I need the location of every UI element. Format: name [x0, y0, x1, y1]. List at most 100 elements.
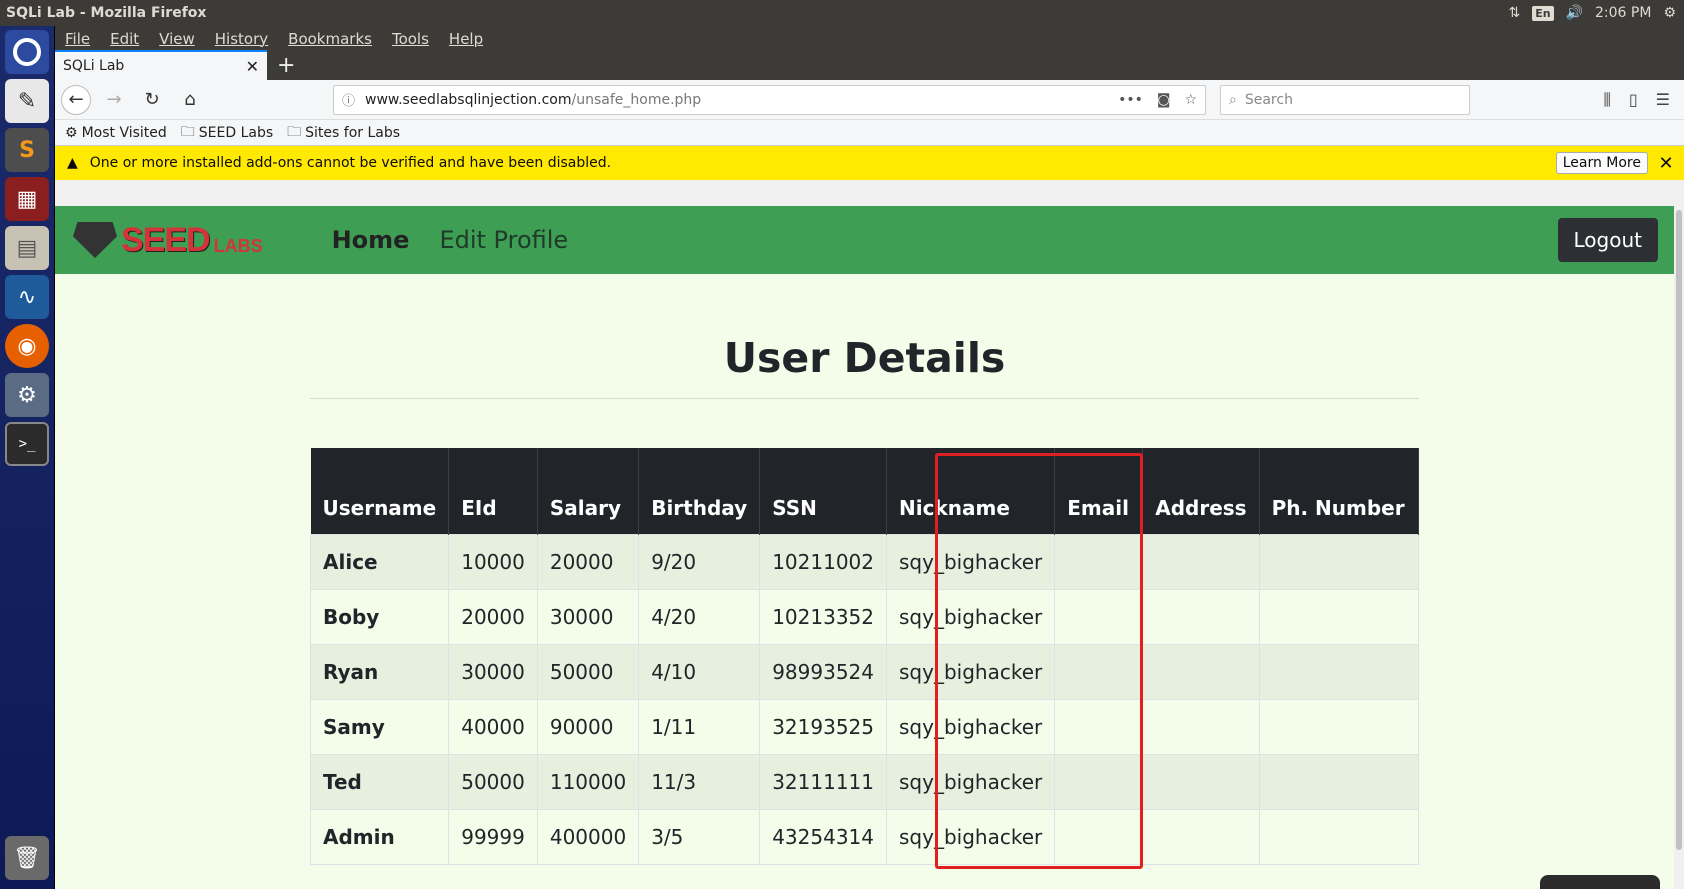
- bookmark-seed-labs[interactable]: 🗀 SEED Labs: [181, 121, 273, 145]
- pocket-icon[interactable]: ◙: [1157, 92, 1171, 108]
- firefox-icon[interactable]: ◉: [5, 324, 49, 368]
- table-cell: Boby: [309, 588, 450, 645]
- home-icon[interactable]: ⌂: [175, 85, 205, 115]
- forward-arrow-icon[interactable]: →: [99, 85, 129, 115]
- hamburger-menu-icon[interactable]: ☰: [1656, 90, 1670, 110]
- search-icon: ⌕: [1229, 91, 1237, 108]
- table-cell: 32111111: [759, 753, 887, 810]
- floating-widget[interactable]: [1540, 875, 1660, 889]
- table-cell: [1054, 533, 1144, 590]
- table-cell: [1142, 698, 1260, 755]
- search-bar[interactable]: ⌕ Search: [1220, 84, 1470, 115]
- gear-icon: ⚙: [65, 124, 78, 141]
- table-cell: 20000: [536, 533, 640, 590]
- bookmark-label: Sites for Labs: [305, 124, 401, 141]
- back-arrow-icon[interactable]: ←: [61, 84, 91, 115]
- table-cell: Admin: [309, 808, 450, 865]
- table-cell: 30000: [448, 643, 538, 700]
- table-cell: Ted: [309, 753, 450, 810]
- trash-icon[interactable]: 🗑: [5, 836, 49, 880]
- tab-bar: SQLi Lab ✕ +: [55, 50, 1684, 80]
- learn-more-button[interactable]: Learn More: [1555, 152, 1648, 174]
- table-cell: sqy_bighacker: [885, 698, 1056, 755]
- table-cell: 30000: [536, 588, 640, 645]
- table-cell: 4/20: [638, 588, 761, 645]
- red-app-icon[interactable]: ▦: [5, 177, 49, 221]
- menu-file[interactable]: File: [65, 30, 90, 48]
- clock[interactable]: 2:06 PM: [1595, 5, 1651, 21]
- close-tab-icon[interactable]: ✕: [246, 57, 259, 76]
- table-cell: [1054, 808, 1144, 865]
- tab-sqli-lab[interactable]: SQLi Lab ✕: [55, 50, 267, 80]
- page-scrollbar[interactable]: [1674, 206, 1684, 889]
- table-cell: 32193525: [759, 698, 887, 755]
- table-cell: [1142, 588, 1260, 645]
- table-cell: sqy_bighacker: [885, 753, 1056, 810]
- addon-warning-bar: ▲ One or more installed add-ons cannot b…: [55, 146, 1684, 180]
- table-cell: [1258, 533, 1420, 590]
- library-icon[interactable]: ⫼: [1603, 90, 1610, 110]
- user-details-table: Username EId Salary Birthday SSN Nicknam…: [309, 448, 1420, 865]
- seed-labs-logo[interactable]: SEED LABS: [73, 221, 263, 260]
- scrollbar-thumb[interactable]: [1676, 210, 1682, 850]
- table-cell: 40000: [448, 698, 538, 755]
- web-page: SEED LABS Home Edit Profile Logout User …: [55, 206, 1674, 889]
- bookmark-sites-for-labs[interactable]: 🗀 Sites for Labs: [287, 121, 400, 145]
- menu-history[interactable]: History: [215, 30, 268, 48]
- col-phone-number: Ph. Number: [1259, 448, 1420, 534]
- new-tab-icon[interactable]: +: [267, 53, 305, 80]
- site-navbar: SEED LABS Home Edit Profile Logout: [55, 206, 1674, 274]
- site-info-icon[interactable]: ⓘ: [342, 90, 355, 109]
- table-cell: [1258, 643, 1420, 700]
- settings-icon[interactable]: ⚙: [5, 373, 49, 417]
- nav-edit-profile-link[interactable]: Edit Profile: [439, 226, 568, 254]
- table-cell: 11/3: [638, 753, 761, 810]
- table-row: Admin 99999 400000 3/5 43254314 sqy_bighacker: [309, 808, 1420, 865]
- ubuntu-dash-icon[interactable]: [5, 30, 49, 74]
- logout-button[interactable]: Logout: [1557, 218, 1658, 262]
- col-salary: Salary: [537, 448, 640, 534]
- menu-edit[interactable]: Edit: [110, 30, 139, 48]
- page-actions-icon[interactable]: •••: [1118, 92, 1143, 108]
- power-gear-icon[interactable]: ⚙: [1663, 5, 1676, 21]
- table-cell: Samy: [309, 698, 450, 755]
- url-bar[interactable]: ⓘ www.seedlabsqlinjection.com/unsafe_hom…: [333, 84, 1206, 115]
- table-cell: 1/11: [638, 698, 761, 755]
- logo-labs-text: LABS: [213, 235, 263, 256]
- col-nickname: Nickname: [886, 448, 1056, 534]
- bookmark-most-visited[interactable]: ⚙ Most Visited: [65, 125, 167, 141]
- reload-icon[interactable]: ↻: [137, 85, 167, 115]
- menu-tools[interactable]: Tools: [392, 30, 429, 48]
- url-path: /unsafe_home.php: [571, 91, 702, 108]
- sidebar-icon[interactable]: ▯: [1629, 90, 1638, 110]
- table-cell: [1258, 808, 1420, 865]
- col-email: Email: [1054, 448, 1144, 534]
- menu-bar: File Edit View History Bookmarks Tools H…: [55, 26, 1684, 52]
- file-manager-icon[interactable]: ▤: [5, 226, 49, 270]
- table-cell: [1054, 698, 1144, 755]
- folder-icon: 🗀: [180, 123, 195, 140]
- menu-help[interactable]: Help: [449, 30, 483, 48]
- bookmarks-toolbar: ⚙ Most Visited 🗀 SEED Labs 🗀 Sites for Labs: [55, 120, 1684, 146]
- terminal-icon[interactable]: >_: [5, 422, 49, 466]
- folder-icon: 🗀: [287, 123, 302, 140]
- table-cell: [1258, 698, 1420, 755]
- sublime-text-icon[interactable]: S: [5, 128, 49, 172]
- network-icon[interactable]: ⇅: [1508, 5, 1520, 21]
- table-cell: sqy_bighacker: [885, 588, 1056, 645]
- close-notification-icon[interactable]: ✕: [1648, 153, 1684, 174]
- menu-view[interactable]: View: [159, 30, 195, 48]
- menu-bookmarks[interactable]: Bookmarks: [288, 30, 372, 48]
- bookmark-star-icon[interactable]: ☆: [1184, 92, 1197, 108]
- keyboard-language-indicator[interactable]: En: [1532, 5, 1554, 21]
- table-cell: 50000: [448, 753, 538, 810]
- text-editor-icon[interactable]: ✎: [5, 79, 49, 123]
- table-cell: 20000: [448, 588, 538, 645]
- table-cell: 90000: [536, 698, 640, 755]
- nav-home-link[interactable]: Home: [332, 226, 410, 254]
- heading-divider: [310, 398, 1419, 399]
- table-row: Samy 40000 90000 1/11 32193525 sqy_bighacker: [309, 698, 1420, 755]
- col-username: Username: [310, 448, 450, 534]
- volume-icon[interactable]: 🔊: [1566, 5, 1583, 21]
- wireshark-icon[interactable]: ∿: [5, 275, 49, 319]
